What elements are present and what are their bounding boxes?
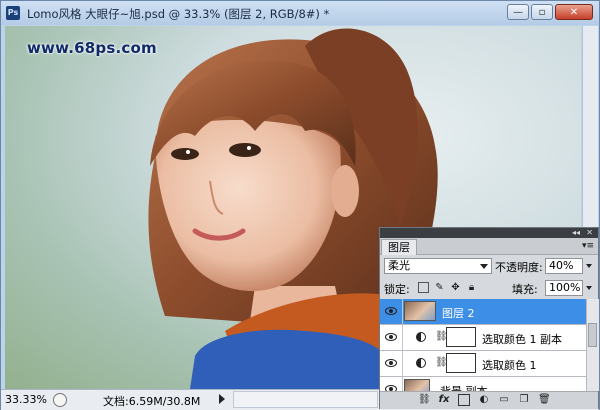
- eye-icon[interactable]: [385, 333, 397, 341]
- layers-panel: ◂◂ ✕ 图层 ▾≡ 柔光 不透明度: 40% 锁定: ✎ ✥ 🔒︎ 填充: 1…: [379, 227, 599, 409]
- trash-icon[interactable]: 🗑︎: [538, 394, 551, 406]
- photoshop-document-window: Ps Lomo风格 大眼仔~旭.psd @ 33.3% (图层 2, RGB/8…: [0, 0, 600, 410]
- document-title: Lomo风格 大眼仔~旭.psd @ 33.3% (图层 2, RGB/8#) …: [27, 7, 330, 21]
- eye-icon[interactable]: [385, 307, 397, 315]
- blend-mode-select[interactable]: 柔光: [384, 258, 492, 274]
- tab-layers[interactable]: 图层: [381, 239, 417, 255]
- adjustment-layer-icon: [416, 332, 426, 342]
- panel-menu-icon[interactable]: ▾≡: [582, 241, 594, 251]
- restore-button[interactable]: ▫: [531, 4, 553, 20]
- status-info-icon[interactable]: [53, 393, 67, 407]
- lock-fill-row: 锁定: ✎ ✥ 🔒︎ 填充: 100%: [380, 277, 598, 300]
- close-button[interactable]: ✕: [555, 4, 593, 20]
- link-layers-icon[interactable]: ⛓︎: [418, 394, 431, 406]
- lock-label: 锁定:: [384, 283, 410, 296]
- adjustment-icon[interactable]: ◐: [478, 394, 490, 406]
- title-bar[interactable]: Ps Lomo风格 大眼仔~旭.psd @ 33.3% (图层 2, RGB/8…: [1, 1, 599, 25]
- move-icon[interactable]: ✥: [450, 282, 461, 293]
- opacity-slider-arrow-icon[interactable]: [586, 264, 592, 268]
- layer-thumbnail: [404, 379, 430, 391]
- layer-name: 图层 2: [442, 307, 475, 320]
- blend-opacity-row: 柔光 不透明度: 40%: [380, 255, 598, 277]
- fill-input[interactable]: 100%: [545, 280, 583, 296]
- layer-row[interactable]: 图层 2: [380, 299, 586, 325]
- folder-icon[interactable]: ▭: [498, 394, 510, 406]
- layer-mask-thumbnail[interactable]: [446, 327, 476, 347]
- eye-icon[interactable]: [385, 359, 397, 367]
- layer-mask-thumbnail[interactable]: [446, 353, 476, 373]
- adjustment-layer-icon: [416, 358, 426, 368]
- chevron-down-icon: [480, 264, 488, 269]
- layers-scrollbar[interactable]: [586, 299, 599, 391]
- fx-icon[interactable]: fx: [438, 394, 450, 406]
- collapse-panel-icon[interactable]: ◂◂: [572, 228, 580, 238]
- layer-row[interactable]: ⛓︎ 选取颜色 1: [380, 351, 586, 377]
- panel-footer: ⛓︎ fx ◐ ▭ ❐ 🗑︎: [380, 391, 598, 409]
- watermark-text: www.68ps.com: [27, 39, 157, 57]
- minimize-button[interactable]: —: [507, 4, 529, 20]
- layer-name: 背景 副本: [440, 383, 488, 391]
- zoom-level[interactable]: 33.33%: [5, 393, 47, 406]
- opacity-label: 不透明度:: [495, 261, 543, 274]
- layer-name: 选取颜色 1: [482, 359, 537, 372]
- status-menu-arrow-icon[interactable]: [219, 394, 225, 404]
- layer-thumbnail: [404, 301, 436, 321]
- brush-icon[interactable]: ✎: [434, 282, 445, 293]
- opacity-input[interactable]: 40%: [545, 258, 583, 274]
- panel-tab-row: 图层 ▾≡: [380, 238, 598, 255]
- layer-row[interactable]: 背景 副本: [380, 377, 586, 391]
- layer-row[interactable]: ⛓︎ 选取颜色 1 副本: [380, 325, 586, 351]
- fill-label: 填充:: [512, 283, 538, 296]
- panel-header-bar[interactable]: ◂◂ ✕: [380, 228, 598, 238]
- lock-transparency-icon[interactable]: [418, 282, 429, 293]
- scrollbar-thumb[interactable]: [588, 323, 597, 347]
- blend-mode-value: 柔光: [388, 259, 410, 272]
- layer-name: 选取颜色 1 副本: [482, 333, 562, 346]
- document-size-info: 文档:6.59M/30.8M: [103, 395, 201, 408]
- add-mask-icon[interactable]: [458, 394, 470, 406]
- close-panel-icon[interactable]: ✕: [586, 228, 593, 238]
- window-controls: — ▫ ✕: [507, 4, 593, 20]
- horizontal-scrollbar[interactable]: [233, 391, 378, 408]
- photoshop-app-icon: Ps: [6, 6, 20, 20]
- new-layer-icon[interactable]: ❐: [518, 394, 530, 406]
- fill-slider-arrow-icon[interactable]: [586, 286, 592, 290]
- layers-list: 图层 2 ⛓︎ 选取颜色 1 副本 ⛓︎ 选取颜色 1: [380, 299, 586, 391]
- padlock-icon[interactable]: 🔒︎: [466, 282, 477, 293]
